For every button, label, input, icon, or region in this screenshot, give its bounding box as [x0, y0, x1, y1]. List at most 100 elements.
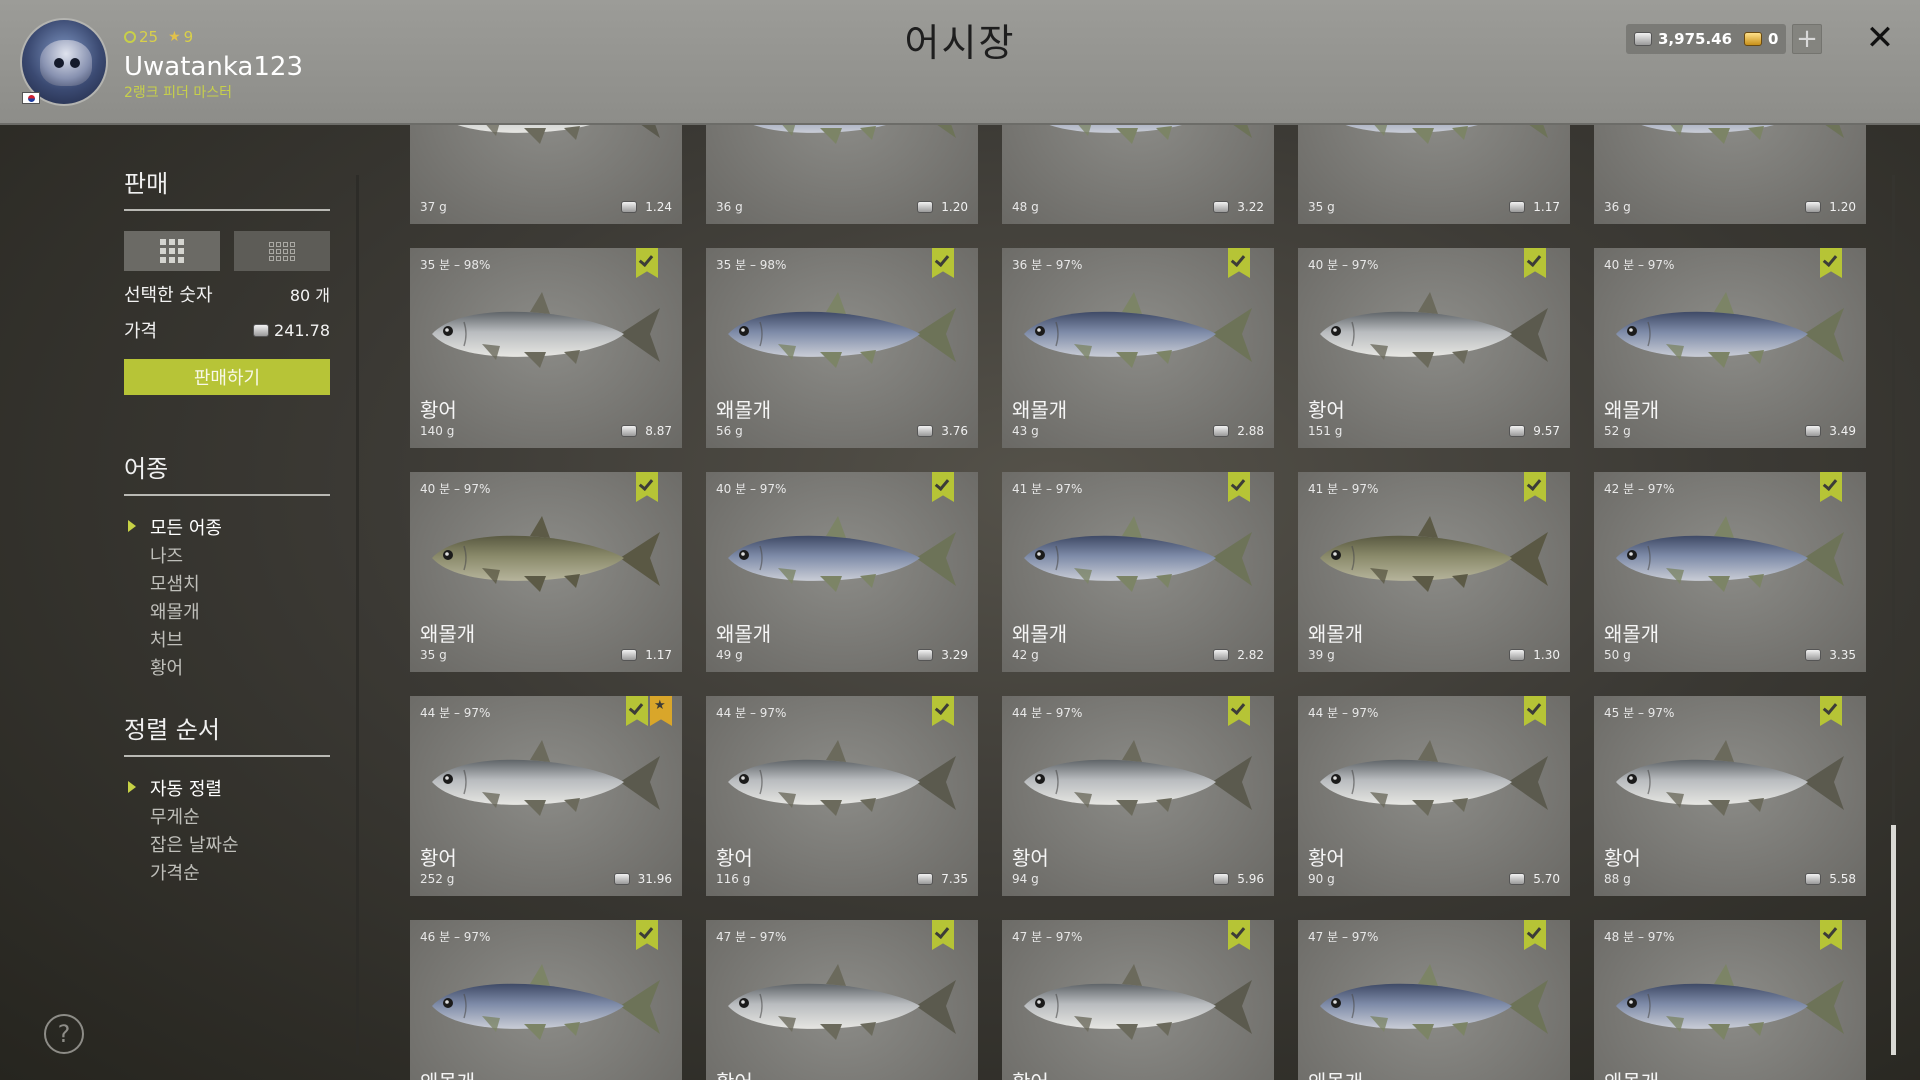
selected-check-icon[interactable] [1524, 920, 1546, 950]
species-filter-item[interactable]: 처브 [124, 626, 330, 654]
catch-time-quality: 44 분 – 97% [1308, 706, 1379, 720]
selected-check-icon[interactable] [636, 248, 658, 278]
fish-price-value: 7.35 [941, 872, 968, 886]
silver-coin-icon [1805, 649, 1822, 661]
selected-check-icon[interactable] [932, 920, 954, 950]
fish-price: 1.17 [621, 648, 672, 662]
fish-species-name: 왜몰개 [1012, 622, 1068, 646]
selected-check-icon[interactable] [1524, 472, 1546, 502]
selected-check-icon[interactable] [932, 696, 954, 726]
fish-card[interactable]: 36 분 – 97% 왜몰개 43 g 2.88 [1002, 248, 1274, 448]
species-filter-item[interactable]: 나즈 [124, 542, 330, 570]
fish-icon [1320, 740, 1548, 816]
selected-check-icon[interactable] [1228, 472, 1250, 502]
fish-card[interactable]: 44 분 – 97% 황어 90 g 5.70 [1298, 696, 1570, 896]
sidebar: 판매 선택한 숫자 80 개 가격 241.78 판매하기 어종 모든 어종 나즈… [124, 150, 330, 887]
selected-check-icon[interactable] [932, 472, 954, 502]
species-filter-item[interactable]: 황어 [124, 654, 330, 682]
fish-card[interactable]: 47 분 – 97% 황어85 g5.39 [1002, 920, 1274, 1080]
price-value: 241.78 [274, 320, 330, 340]
fish-card[interactable]: 44 분 – 97% 황어 94 g 5.96 [1002, 696, 1274, 896]
fish-price-value: 1.17 [645, 648, 672, 662]
fish-species-name: 왜몰개 [420, 1066, 475, 1080]
fish-species-name: 황어 [716, 1066, 753, 1080]
favorite-star-icon[interactable] [650, 696, 672, 726]
fish-species-name: 왜몰개 [1604, 622, 1660, 646]
fish-price: 1.24 [621, 200, 672, 214]
fish-card[interactable]: 40 분 – 97% 왜몰개 35 g 1.17 [410, 472, 682, 672]
sort-option-item[interactable]: 잡은 날짜순 [124, 831, 330, 859]
fish-card[interactable]: 41 분 – 97% 왜몰개 42 g 2.82 [1002, 472, 1274, 672]
large-grid-view-button[interactable] [124, 231, 220, 271]
selected-check-icon[interactable] [1820, 696, 1842, 726]
selected-count-value: 80 개 [289, 286, 330, 305]
scrollbar-thumb[interactable] [1891, 825, 1896, 1055]
fish-species-name: 왜몰개 [1308, 1066, 1363, 1080]
fish-price-value: 5.70 [1533, 872, 1560, 886]
selected-check-icon[interactable] [1820, 920, 1842, 950]
fish-card[interactable]: 40 분 – 97% 왜몰개 49 g 3.29 [706, 472, 978, 672]
gold-balance: 0 [1736, 24, 1787, 54]
fish-price-value: 5.58 [1829, 872, 1856, 886]
fish-weight: 151 g [1308, 424, 1343, 438]
sort-option-item[interactable]: 자동 정렬 [124, 775, 330, 803]
small-grid-view-button[interactable] [234, 231, 330, 271]
fish-weight: 116 g [716, 872, 751, 886]
selected-check-icon[interactable] [1228, 248, 1250, 278]
silver-value: 3,975.46 [1658, 30, 1733, 48]
help-button[interactable]: ? [44, 1014, 84, 1054]
fish-card[interactable]: 40 분 – 97% 황어 151 g 9.57 [1298, 248, 1570, 448]
fish-price: 1.20 [1805, 200, 1856, 214]
fish-card[interactable]: 35 g 1.17 [1298, 125, 1570, 224]
fish-species-name: 왜몰개 [1308, 622, 1364, 646]
selected-check-icon[interactable] [1228, 920, 1250, 950]
selected-check-icon[interactable] [636, 920, 658, 950]
fish-card[interactable]: 40 분 – 97% 왜몰개 52 g 3.49 [1594, 248, 1866, 448]
fish-card[interactable]: 36 g 1.20 [706, 125, 978, 224]
fish-icon [728, 964, 956, 1040]
silver-coin-icon [621, 201, 638, 213]
selected-check-icon[interactable] [636, 472, 658, 502]
fish-card[interactable]: 47 분 – 97% 왜몰개45 g3.02 [1298, 920, 1570, 1080]
selected-check-icon[interactable] [1524, 248, 1546, 278]
price-total: 241.78 [253, 317, 330, 343]
fish-card[interactable]: 45 분 – 97% 황어 88 g 5.58 [1594, 696, 1866, 896]
fish-price-value: 8.87 [645, 424, 672, 438]
sort-option-item[interactable]: 가격순 [124, 859, 330, 887]
fish-weight: 39 g [1308, 648, 1335, 662]
selected-check-icon[interactable] [1524, 696, 1546, 726]
silver-coin-icon [621, 649, 638, 661]
selected-check-icon[interactable] [626, 696, 648, 726]
selected-check-icon[interactable] [932, 248, 954, 278]
sell-button[interactable]: 판매하기 [124, 359, 330, 395]
fish-price-value: 3.29 [941, 648, 968, 662]
fish-card[interactable]: 41 분 – 97% 왜몰개 39 g 1.30 [1298, 472, 1570, 672]
species-filter-item[interactable]: 모샘치 [124, 570, 330, 598]
fish-card[interactable]: 47 분 – 97% 황어89 g5.64 [706, 920, 978, 1080]
fish-card[interactable]: 36 g 1.20 [1594, 125, 1866, 224]
add-currency-button[interactable]: + [1792, 24, 1822, 54]
fish-price: 2.82 [1213, 648, 1264, 662]
close-button[interactable]: ✕ [1862, 20, 1898, 56]
selected-check-icon[interactable] [1820, 472, 1842, 502]
catch-time-quality: 44 분 – 97% [716, 706, 787, 720]
fish-card[interactable]: 37 g 1.24 [410, 125, 682, 224]
selected-check-icon[interactable] [1820, 248, 1842, 278]
catch-time-quality: 46 분 – 97% [420, 930, 491, 944]
species-filter-item[interactable]: 모든 어종 [124, 514, 330, 542]
fish-card[interactable]: 35 분 – 98% 황어 140 g 8.87 [410, 248, 682, 448]
fish-card[interactable]: 42 분 – 97% 왜몰개 50 g 3.35 [1594, 472, 1866, 672]
fish-card[interactable]: 44 분 – 97% 황어 116 g 7.35 [706, 696, 978, 896]
fish-card[interactable]: 48 분 – 97% 왜몰개41 g2.75 [1594, 920, 1866, 1080]
silver-coin-icon [613, 873, 630, 885]
species-filter-item[interactable]: 왜몰개 [124, 598, 330, 626]
selected-count-label: 선택한 숫자 [124, 285, 213, 306]
fish-price: 3.35 [1805, 648, 1856, 662]
fish-card[interactable]: 35 분 – 98% 왜몰개 56 g 3.76 [706, 248, 978, 448]
fish-card[interactable]: 46 분 – 97% 왜몰개45 g3.02 [410, 920, 682, 1080]
sort-option-item[interactable]: 무게순 [124, 803, 330, 831]
fish-card[interactable]: 44 분 – 97% 황어 252 g 31.96 [410, 696, 682, 896]
fish-card[interactable]: 48 g 3.22 [1002, 125, 1274, 224]
selected-check-icon[interactable] [1228, 696, 1250, 726]
silver-coin-icon [917, 425, 934, 437]
